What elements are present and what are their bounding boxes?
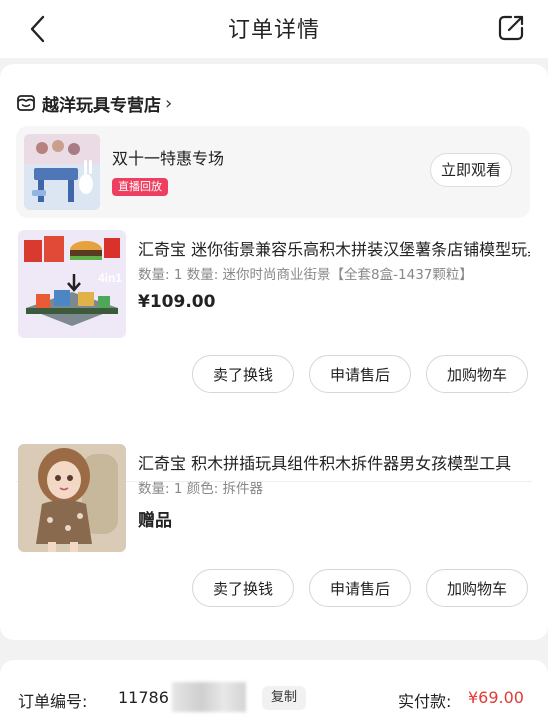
item-spec: 数量: 1 颜色: 拆件器 <box>138 481 264 497</box>
add-to-cart-button[interactable]: 加购物车 <box>426 569 528 607</box>
item-action-row: 卖了换钱 申请售后 加购物车 <box>192 569 528 607</box>
item-spec: 数量: 1 数量: 迷你时尚商业街景【全套8盒-1437颗粒】 <box>138 267 473 283</box>
share-icon <box>498 15 524 41</box>
after-sale-button[interactable]: 申请售后 <box>309 569 411 607</box>
item-price: 赠品 <box>138 511 172 531</box>
paid-label: 实付款: <box>398 692 452 711</box>
watch-now-button[interactable]: 立即观看 <box>430 153 512 187</box>
store-link[interactable]: 越洋玩具专营店 › <box>16 90 172 116</box>
live-replay-badge: 直播回放 <box>112 178 168 196</box>
order-number-label: 订单编号: <box>18 692 88 711</box>
order-info-footer: 订单编号: 11786 复制 实付款: ¥69.00 <box>0 660 548 721</box>
live-thumbnail <box>24 134 100 210</box>
order-item: 汇奇宝 积木拼插玩具组件积木拆件器男女孩模型工具 数量: 1 颜色: 拆件器 赠… <box>0 444 548 614</box>
store-icon <box>17 95 35 111</box>
item-name[interactable]: 汇奇宝 迷你街景兼容乐高积木拼装汉堡薯条店铺模型玩具 <box>138 236 530 260</box>
svg-text:4in1: 4in1 <box>98 271 122 285</box>
live-banner-title: 双十一特惠专场 <box>112 149 225 168</box>
item-name[interactable]: 汇奇宝 积木拼插玩具组件积木拆件器男女孩模型工具 <box>138 450 530 474</box>
paid-amount: ¥69.00 <box>468 688 524 707</box>
item-action-row: 卖了换钱 申请售后 加购物车 <box>192 355 528 393</box>
redacted-order-number <box>172 682 246 712</box>
top-nav-bar: 订单详情 <box>0 0 548 58</box>
live-replay-banner[interactable]: 双十一特惠专场 直播回放 立即观看 <box>16 126 530 218</box>
order-item: 4in1 汇奇宝 迷你街景兼容乐高积木拼装汉堡薯条店铺模型玩具 数量: 1 数量… <box>0 230 548 400</box>
store-name: 越洋玩具专营店 <box>42 95 161 116</box>
chevron-right-icon: › <box>165 92 173 114</box>
share-button[interactable] <box>496 13 526 43</box>
page-title: 订单详情 <box>227 18 320 43</box>
add-to-cart-button[interactable]: 加购物车 <box>426 355 528 393</box>
item-thumbnail[interactable] <box>18 444 126 552</box>
after-sale-button[interactable]: 申请售后 <box>309 355 411 393</box>
item-price: ¥109.00 <box>138 292 216 312</box>
order-number: 11786 <box>118 688 169 707</box>
item-thumbnail[interactable]: 4in1 <box>18 230 126 338</box>
copy-button[interactable]: 复制 <box>262 686 306 710</box>
sell-button[interactable]: 卖了换钱 <box>192 355 294 393</box>
order-card: 越洋玩具专营店 › 双十一特惠专场 直播回放 立即观看 4in1 汇奇宝 迷你街… <box>0 64 548 640</box>
sell-button[interactable]: 卖了换钱 <box>192 569 294 607</box>
